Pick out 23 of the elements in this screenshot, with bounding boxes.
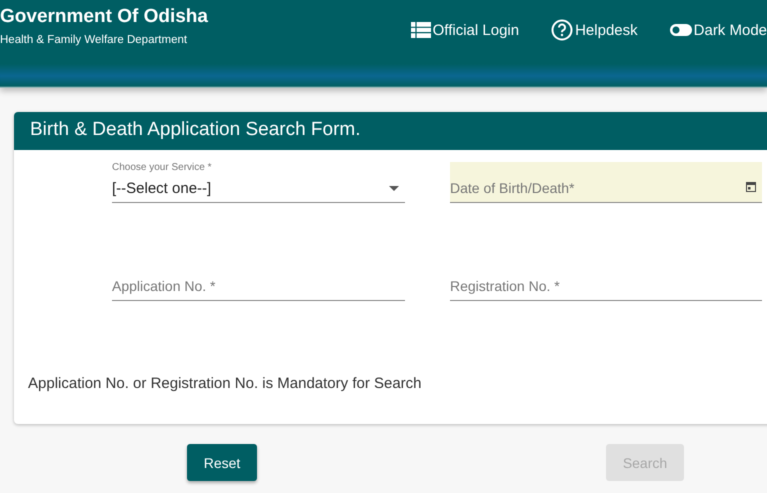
form-title: Birth & Death Application Search Form. [14, 112, 767, 150]
nav-label: Official Login [432, 22, 520, 38]
calendar-icon [746, 181, 756, 192]
date-input[interactable]: Date of Birth/Death* [450, 180, 746, 202]
reset-button[interactable]: Reset [187, 444, 257, 481]
nav-link[interactable]: Helpdesk [551, 19, 638, 41]
help-icon [551, 19, 574, 41]
mandatory-note: Application No. or Registration No. is Mandatory for Search [28, 375, 423, 392]
nav-link[interactable]: Official Login [410, 19, 520, 41]
list-icon [410, 22, 431, 38]
caret-icon [389, 186, 399, 191]
department-name: Health & Family Welfare Department [0, 34, 188, 46]
input-field[interactable]: Registration No. * [450, 278, 762, 300]
nav-label: Helpdesk [575, 22, 638, 38]
nav-label: Dark Mode [694, 22, 767, 38]
input-field[interactable]: Application No. * [112, 278, 405, 300]
select-value: [--Select one--] [112, 180, 212, 197]
service-select[interactable]: Choose your Service * [--Select one--] [112, 162, 405, 203]
site-title: Government Of Odisha [0, 6, 208, 28]
toggle-icon[interactable] [670, 24, 692, 36]
field-label: Choose your Service * [112, 162, 212, 173]
nav-link[interactable]: Dark Mode [670, 19, 767, 41]
date-field[interactable]: Date of Birth/Death* [450, 162, 762, 203]
